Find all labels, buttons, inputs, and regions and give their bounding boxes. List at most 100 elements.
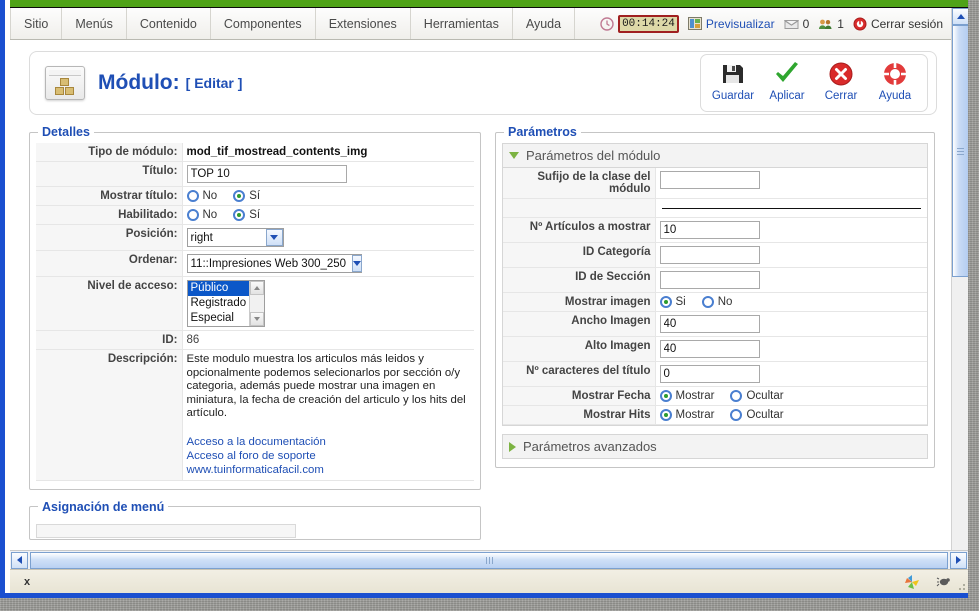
resize-grip[interactable]: [956, 581, 966, 591]
module-params-body: Sufijo de la clase del módulo Nº Artícul…: [502, 168, 928, 426]
access-level-listbox[interactable]: Público Registrado Especial: [186, 280, 265, 327]
row-access-level: Nivel de acceso: Público Registrado Espe…: [36, 276, 474, 331]
row-order: Ordenar: 11::Impresiones Web 300_250: [36, 250, 474, 277]
show-date-show[interactable]: Mostrar: [659, 390, 714, 402]
online-users-indicator[interactable]: 1: [818, 17, 844, 31]
scroll-right-button[interactable]: [950, 551, 967, 569]
row-position: Posición: right: [36, 224, 474, 251]
show-hits-label: Mostrar Hits: [503, 405, 656, 425]
description-links: Acceso a la documentación Acceso al foro…: [187, 435, 471, 477]
horizontal-scroll-thumb[interactable]: [30, 551, 948, 569]
scroll-down-icon[interactable]: [250, 312, 264, 326]
close-button[interactable]: Cerrar: [815, 59, 867, 102]
vertical-scroll-thumb[interactable]: [952, 25, 968, 277]
browser-window: Sitio Menús Contenido Componentes Extens…: [0, 0, 968, 598]
show-hits-hide[interactable]: Ocultar: [730, 409, 784, 421]
help-label: Ayuda: [878, 90, 912, 102]
position-label: Posición:: [36, 224, 183, 251]
radio-selected-icon: [659, 296, 672, 308]
messages-indicator[interactable]: 0: [783, 17, 809, 31]
show-image-yes[interactable]: Si: [659, 296, 686, 308]
show-image-radio-group: Si No: [659, 296, 924, 308]
image-height-input[interactable]: [659, 340, 760, 358]
pinwheel-icon[interactable]: [904, 574, 920, 590]
listbox-scrollbar[interactable]: [249, 281, 264, 326]
menu-item-contenido[interactable]: Contenido: [127, 8, 211, 39]
details-column: Detalles Tipo de módulo: mod_tif_mostrea…: [29, 125, 481, 540]
menu-item-menus[interactable]: Menús: [62, 8, 127, 39]
row-image-width: Ancho Imagen: [503, 311, 927, 337]
save-button[interactable]: Guardar: [707, 59, 759, 102]
position-select[interactable]: right: [186, 228, 284, 247]
menu-item-componentes[interactable]: Componentes: [211, 8, 316, 39]
access-level-label: Nivel de acceso:: [36, 276, 183, 331]
radio-icon: [186, 209, 199, 221]
scroll-up-button[interactable]: [952, 8, 968, 25]
website-link[interactable]: www.tuinformaticafacil.com: [187, 463, 471, 477]
show-date-hide[interactable]: Ocultar: [730, 390, 784, 402]
scroll-left-button[interactable]: [11, 551, 28, 569]
menu-item-sitio[interactable]: Sitio: [10, 8, 63, 39]
menu-item-extensiones[interactable]: Extensiones: [316, 8, 411, 39]
title-input[interactable]: [186, 165, 347, 183]
order-label: Ordenar:: [36, 250, 183, 277]
row-title: Título:: [36, 161, 474, 187]
parameters-column: Parámetros Parámetros del módulo Sufijo …: [495, 125, 935, 468]
bug-icon[interactable]: [936, 575, 952, 588]
admin-menu-bar: Sitio Menús Contenido Componentes Extens…: [10, 8, 951, 40]
category-id-input[interactable]: [659, 246, 760, 264]
apply-label: Aplicar: [769, 90, 805, 102]
image-width-input[interactable]: [659, 315, 760, 333]
class-suffix-input[interactable]: [659, 171, 760, 189]
menu-item-label: Extensiones: [328, 16, 397, 31]
row-title-chars: Nº caracteres del título: [503, 361, 927, 387]
logout-label: Cerrar sesión: [870, 16, 943, 31]
menu-item-herramientas[interactable]: Herramientas: [411, 8, 513, 39]
num-articles-input[interactable]: [659, 221, 760, 239]
doc-link[interactable]: Acceso a la documentación: [187, 435, 471, 449]
scroll-up-icon[interactable]: [250, 281, 264, 295]
order-select[interactable]: 11::Impresiones Web 300_250: [186, 254, 363, 273]
show-image-no[interactable]: No: [701, 296, 733, 308]
access-option-publico[interactable]: Público: [187, 281, 250, 296]
radio-icon: [701, 296, 714, 308]
logout-link[interactable]: Cerrar sesión: [853, 17, 943, 31]
details-form: Tipo de módulo: mod_tif_mostread_content…: [36, 143, 474, 481]
module-params-header[interactable]: Parámetros del módulo: [502, 143, 928, 168]
radio-icon: [730, 390, 743, 402]
show-date-radio-group: Mostrar Ocultar: [659, 390, 924, 402]
preview-link[interactable]: Previsualizar: [687, 17, 775, 31]
page-horizontal-scrollbar[interactable]: [10, 550, 968, 569]
users-icon: [818, 18, 833, 30]
enabled-yes[interactable]: Sí: [233, 209, 260, 221]
apply-button[interactable]: Aplicar: [761, 59, 813, 102]
enabled-no[interactable]: No: [186, 209, 217, 221]
row-show-hits: Mostrar Hits Mostrar Ocultar: [503, 405, 927, 425]
image-height-label: Alto Imagen: [503, 336, 656, 362]
menu-item-ayuda[interactable]: Ayuda: [513, 8, 576, 39]
advanced-params-header[interactable]: Parámetros avanzados: [502, 434, 928, 459]
radio-selected-icon: [233, 190, 246, 202]
menu-assignment-legend: Asignación de menú: [42, 499, 165, 514]
show-hits-show[interactable]: Mostrar: [659, 409, 714, 421]
show-title-yes[interactable]: Sí: [233, 190, 260, 202]
page-vertical-scrollbar[interactable]: [951, 8, 968, 570]
forum-link[interactable]: Acceso al foro de soporte: [187, 449, 471, 463]
section-id-input[interactable]: [659, 271, 760, 289]
row-category-id: ID Categoría: [503, 242, 927, 268]
access-option-registrado[interactable]: Registrado: [188, 296, 250, 311]
help-button[interactable]: Ayuda: [869, 59, 921, 102]
show-image-no-label: No: [717, 296, 733, 308]
toolbar: Guardar Aplicar Cerrar Ayuda: [700, 54, 928, 112]
title-label: Título:: [36, 161, 183, 187]
title-chars-input[interactable]: [659, 365, 760, 383]
show-title-no[interactable]: No: [186, 190, 217, 202]
position-value: right: [190, 231, 213, 244]
advanced-params-title: Parámetros avanzados: [523, 439, 657, 454]
module-params-title: Parámetros del módulo: [526, 148, 661, 163]
row-enabled: Habilitado: No Sí: [36, 205, 474, 225]
id-label: ID:: [36, 330, 183, 350]
access-option-especial[interactable]: Especial: [188, 311, 250, 326]
show-title-label: Mostrar título:: [36, 186, 183, 206]
status-close-mark[interactable]: x: [16, 576, 30, 588]
